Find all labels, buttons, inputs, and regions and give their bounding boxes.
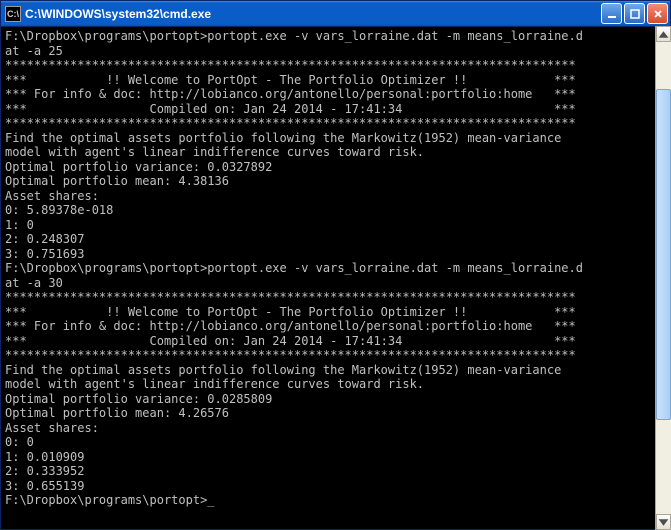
- terminal-line: 0: 0: [5, 435, 666, 450]
- terminal-line: 0: 5.89378e-018: [5, 203, 666, 218]
- titlebar[interactable]: C:\ C:\WINDOWS\system32\cmd.exe: [1, 1, 670, 27]
- terminal-line: F:\Dropbox\programs\portopt>portopt.exe …: [5, 29, 666, 44]
- terminal-line: at -a 25: [5, 44, 666, 59]
- terminal-line: *** For info & doc: http://lobianco.org/…: [5, 319, 666, 334]
- window-buttons: [601, 3, 668, 24]
- vertical-scrollbar[interactable]: [655, 26, 671, 530]
- terminal-line: 1: 0: [5, 218, 666, 233]
- scrollbar-track[interactable]: [656, 42, 671, 514]
- terminal-line: model with agent's linear indifference c…: [5, 145, 666, 160]
- terminal-line: 2: 0.333952: [5, 464, 666, 479]
- terminal-line: Find the optimal assets portfolio follow…: [5, 131, 666, 146]
- scroll-up-button[interactable]: [656, 26, 671, 42]
- terminal-line: Asset shares:: [5, 189, 666, 204]
- terminal-line: *** Compiled on: Jan 24 2014 - 17:41:34 …: [5, 102, 666, 117]
- terminal-line: F:\Dropbox\programs\portopt>portopt.exe …: [5, 261, 666, 276]
- terminal-line: ****************************************…: [5, 290, 666, 305]
- maximize-button[interactable]: [624, 3, 645, 24]
- terminal-line: ****************************************…: [5, 116, 666, 131]
- minimize-button[interactable]: [601, 3, 622, 24]
- terminal-line: ****************************************…: [5, 58, 666, 73]
- terminal-line: 1: 0.010909: [5, 450, 666, 465]
- cmd-icon: C:\: [5, 6, 21, 22]
- terminal-line: 3: 0.751693: [5, 247, 666, 262]
- terminal-line: at -a 30: [5, 276, 666, 291]
- window-title: C:\WINDOWS\system32\cmd.exe: [25, 7, 601, 21]
- cursor: _: [207, 493, 214, 505]
- terminal-line: model with agent's linear indifference c…: [5, 377, 666, 392]
- terminal-line: 3: 0.655139: [5, 479, 666, 494]
- terminal-line: Optimal portfolio mean: 4.38136: [5, 174, 666, 189]
- terminal-line: 2: 0.248307: [5, 232, 666, 247]
- terminal-line: *** Compiled on: Jan 24 2014 - 17:41:34 …: [5, 334, 666, 349]
- terminal-line: Optimal portfolio mean: 4.26576: [5, 406, 666, 421]
- terminal-line: *** For info & doc: http://lobianco.org/…: [5, 87, 666, 102]
- cmd-window: C:\ C:\WINDOWS\system32\cmd.exe F:\Dropb…: [0, 0, 671, 530]
- terminal-line: Asset shares:: [5, 421, 666, 436]
- terminal-output[interactable]: F:\Dropbox\programs\portopt>portopt.exe …: [1, 27, 670, 529]
- terminal-line: F:\Dropbox\programs\portopt>_: [5, 493, 666, 508]
- terminal-line: Find the optimal assets portfolio follow…: [5, 363, 666, 378]
- terminal-line: *** !! Welcome to PortOpt - The Portfoli…: [5, 305, 666, 320]
- scroll-down-button[interactable]: [656, 514, 671, 530]
- close-button[interactable]: [647, 3, 668, 24]
- terminal-line: Optimal portfolio variance: 0.0327892: [5, 160, 666, 175]
- scrollbar-thumb[interactable]: [656, 89, 671, 419]
- terminal-line: ****************************************…: [5, 348, 666, 363]
- terminal-line: Optimal portfolio variance: 0.0285809: [5, 392, 666, 407]
- terminal-line: *** !! Welcome to PortOpt - The Portfoli…: [5, 73, 666, 88]
